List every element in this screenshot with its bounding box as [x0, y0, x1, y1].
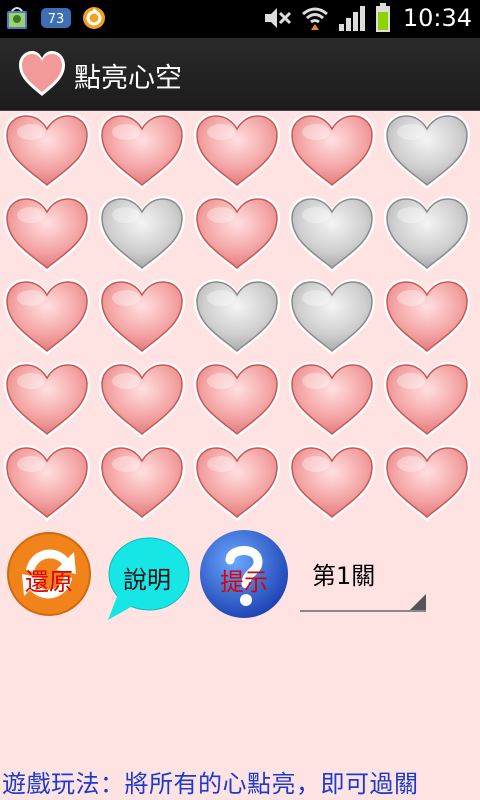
heart-cell-lit[interactable]: [381, 442, 473, 524]
heart-cell-unlit[interactable]: [96, 193, 188, 275]
heart-cell-unlit[interactable]: [381, 110, 473, 192]
app-title: 點亮心空: [74, 63, 182, 94]
heart-cell-lit[interactable]: [286, 110, 378, 192]
reset-button[interactable]: 還原: [6, 530, 92, 618]
heart-icon: [99, 362, 185, 438]
signal-icon: [338, 6, 365, 31]
help-label: 說明: [123, 566, 171, 594]
heart-icon: [289, 445, 375, 521]
heart-cell-lit[interactable]: [96, 110, 188, 192]
heart-icon: [384, 362, 470, 438]
heart-icon: [99, 279, 185, 355]
heart-icon: [4, 113, 90, 189]
wifi-icon: [301, 7, 328, 30]
status-left-icons: 73: [4, 4, 108, 32]
control-bar: 還原 說明 提示 第1關: [0, 526, 480, 626]
select-underline: [300, 610, 426, 612]
mute-icon: [264, 8, 291, 28]
sync-icon: [83, 7, 105, 29]
heart-icon: [384, 113, 470, 189]
heart-cell-lit[interactable]: [286, 359, 378, 441]
heart-icon: [194, 196, 280, 272]
heart-icon: [4, 362, 90, 438]
dropdown-arrow-icon: [410, 594, 426, 610]
heart-cell-lit[interactable]: [96, 276, 188, 358]
reset-label: 還原: [25, 568, 73, 596]
heart-icon: [194, 279, 280, 355]
heart-icon: [99, 113, 185, 189]
heart-cell-lit[interactable]: [191, 359, 283, 441]
badge-count: 73: [48, 12, 65, 27]
heart-cell-lit[interactable]: [1, 110, 93, 192]
heart-cell-lit[interactable]: [191, 193, 283, 275]
android-market-icon: [7, 7, 27, 29]
level-selected: 第1關: [312, 562, 376, 590]
heart-icon: [289, 279, 375, 355]
heart-cell-unlit[interactable]: [286, 193, 378, 275]
heart-icon: [4, 445, 90, 521]
heart-cell-lit[interactable]: [381, 276, 473, 358]
heart-icon: [384, 279, 470, 355]
heart-icon: [289, 196, 375, 272]
hint-label: 提示: [220, 568, 268, 596]
level-select[interactable]: 第1關: [300, 546, 428, 612]
heart-icon: [19, 51, 65, 96]
help-button[interactable]: 說明: [104, 534, 190, 624]
heart-icon: [99, 196, 185, 272]
heart-icon: [384, 445, 470, 521]
heart-cell-lit[interactable]: [1, 276, 93, 358]
heart-board: [0, 110, 480, 526]
heart-icon: [289, 113, 375, 189]
heart-icon: [4, 279, 90, 355]
heart-cell-lit[interactable]: [1, 193, 93, 275]
heart-icon: [289, 362, 375, 438]
heart-icon: [99, 445, 185, 521]
heart-cell-lit[interactable]: [1, 359, 93, 441]
battery-icon: [375, 3, 390, 32]
action-bar: 點亮心空: [0, 38, 480, 111]
heart-cell-unlit[interactable]: [191, 276, 283, 358]
heart-icon: [194, 445, 280, 521]
heart-cell-lit[interactable]: [191, 110, 283, 192]
heart-cell-unlit[interactable]: [286, 276, 378, 358]
heart-cell-lit[interactable]: [286, 442, 378, 524]
heart-cell-lit[interactable]: [191, 442, 283, 524]
status-bar: 73 10:34: [0, 0, 480, 38]
heart-cell-lit[interactable]: [381, 359, 473, 441]
heart-cell-lit[interactable]: [96, 442, 188, 524]
heart-icon: [384, 196, 470, 272]
heart-icon: [4, 196, 90, 272]
hint-button[interactable]: 提示: [198, 528, 290, 620]
clock: 10:34: [402, 4, 472, 32]
heart-cell-unlit[interactable]: [381, 193, 473, 275]
notification-count-icon: 73: [41, 8, 71, 28]
heart-cell-lit[interactable]: [96, 359, 188, 441]
instructions-text: 遊戲玩法：將所有的心點亮，即可過關: [2, 770, 419, 798]
heart-icon: [194, 113, 280, 189]
heart-cell-lit[interactable]: [1, 442, 93, 524]
heart-icon: [194, 362, 280, 438]
status-right-icons: 10:34: [263, 3, 472, 33]
